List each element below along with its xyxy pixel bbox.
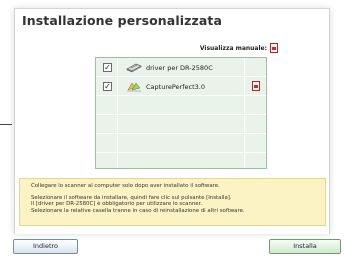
list-item-label: CapturePerfect3.0: [126, 81, 205, 92]
install-button[interactable]: Installa: [269, 239, 341, 254]
manual-cell: [244, 58, 266, 77]
divider-line: [0, 124, 12, 125]
capture-perfect-icon: [127, 82, 141, 92]
software-list: ✓ driver per DR-2580C ✓ CapturePerfect3.…: [95, 57, 267, 169]
empty-cell: [244, 96, 266, 115]
list-item-empty: [96, 96, 266, 115]
checkbox-captureperfect[interactable]: ✓: [103, 82, 112, 91]
view-manual-label: Visualizza manuale:: [199, 44, 267, 52]
list-item: ✓ CapturePerfect3.0: [96, 77, 266, 96]
view-manual-link[interactable]: Visualizza manuale:: [200, 43, 278, 53]
checkbox-cell: ✓: [96, 58, 118, 77]
software-name: driver per DR-2580C: [146, 63, 213, 72]
info-line: Il [driver per DR-2580C] è obbligatorio …: [31, 201, 203, 208]
empty-cell: [244, 153, 266, 168]
software-name: CapturePerfect3.0: [146, 82, 205, 91]
scanner-icon: [126, 63, 142, 73]
list-item-empty: [96, 153, 266, 168]
list-item-label: driver per DR-2580C: [126, 62, 213, 73]
empty-cell: [96, 134, 118, 153]
pdf-icon[interactable]: [252, 81, 260, 91]
empty-cell: [96, 115, 118, 134]
checkbox-driver[interactable]: ✓: [103, 63, 112, 72]
checkbox-cell: ✓: [96, 77, 118, 96]
empty-cell: [96, 153, 118, 168]
info-line: Selezionare la relative casella tranne i…: [31, 207, 245, 214]
list-item: ✓ driver per DR-2580C: [96, 58, 266, 77]
info-line: Collegare lo scanner al computer solo do…: [31, 183, 220, 189]
list-item-empty: [96, 115, 266, 134]
back-button[interactable]: Indietro: [13, 239, 78, 254]
list-item-empty: [96, 134, 266, 153]
empty-cell: [244, 134, 266, 153]
pdf-icon[interactable]: [270, 43, 278, 53]
empty-cell: [96, 96, 118, 115]
empty-cell: [244, 115, 266, 134]
info-box: Collegare lo scanner al computer solo do…: [19, 178, 326, 226]
page-title: Installazione personalizzata: [22, 13, 222, 28]
manual-cell: [244, 77, 266, 96]
